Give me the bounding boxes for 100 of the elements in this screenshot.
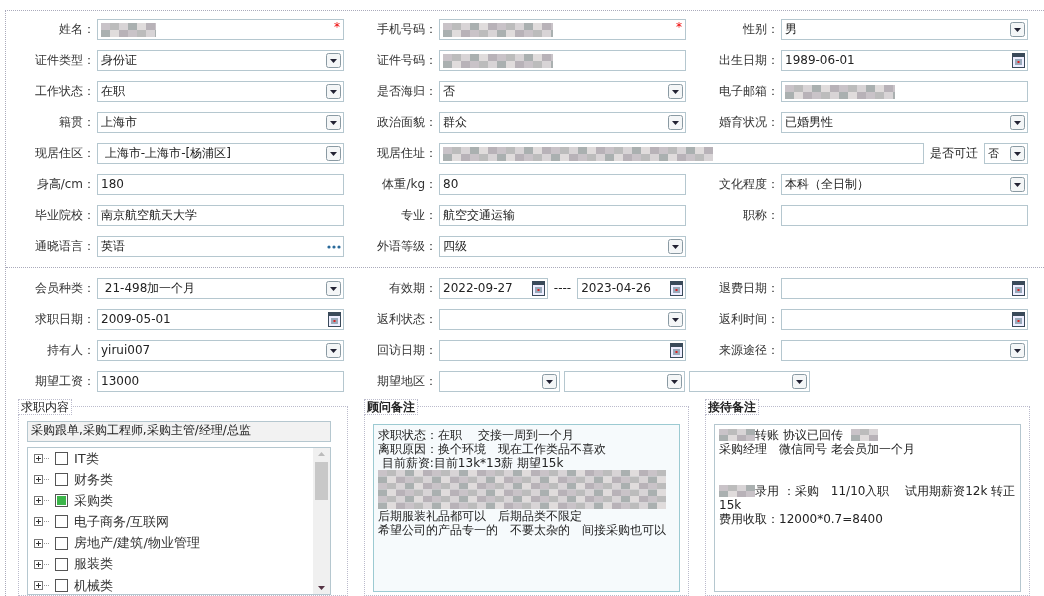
section-legend: 求职内容 bbox=[18, 399, 72, 416]
input-field[interactable]: 航空交通运输 bbox=[439, 205, 686, 226]
note-text: 目前薪资:目前13k*13薪 期望15k bbox=[380, 456, 565, 470]
notes-area[interactable]: 转账 协议已回传 采购经理 微信同号 老会员加一个月 录用 ：采购 11/10入职 试用期薪资12k 转正 15k 费用收取：12000*0.7=8400 bbox=[714, 424, 1021, 592]
notes-area[interactable]: 求职状态：在职 交接一周到一个月 离职原因：换个环境 现在工作类品不喜欢 目前薪资:目前13k*13薪 期望15k 后期服装礼品都可以 后期品类不限定 希望公司的产品专一的 不要太杂的 间接采购也可以 bbox=[373, 424, 680, 592]
note-text: 求职状态：在职 交接一周到一个月 bbox=[378, 428, 575, 442]
dropdown[interactable]: 身份证 bbox=[97, 50, 344, 71]
input-field[interactable] bbox=[439, 50, 686, 71]
dropdown[interactable]: 在职 bbox=[97, 81, 344, 102]
category-label[interactable]: 房地产/建筑/物业管理 bbox=[74, 535, 200, 551]
checkbox[interactable] bbox=[55, 473, 68, 487]
note-text: 希望公司的产品专一的 不要太杂的 间接采购也可以 bbox=[378, 523, 667, 537]
field-label: 现居住区： bbox=[34, 146, 95, 161]
input-field[interactable]: * bbox=[97, 19, 344, 40]
category-label[interactable]: IT类 bbox=[74, 450, 99, 467]
calendar-icon bbox=[670, 281, 683, 296]
category-label[interactable]: 电子商务/互联网 bbox=[74, 514, 170, 530]
dropdown[interactable] bbox=[439, 309, 686, 330]
dropdown[interactable]: 21-498加一个月 bbox=[97, 278, 344, 299]
scroll-thumb[interactable] bbox=[315, 462, 328, 500]
dropdown[interactable]: 已婚男性 bbox=[781, 112, 1028, 133]
expand-icon bbox=[34, 517, 49, 527]
field-label: 持有人： bbox=[46, 343, 95, 358]
section-legend: 顾问备注 bbox=[364, 399, 418, 416]
dropdown[interactable]: 上海市-上海市-[杨浦区] bbox=[97, 143, 344, 164]
picker-field[interactable]: 英语 bbox=[97, 236, 344, 257]
category-label[interactable]: 财务类 bbox=[74, 471, 113, 488]
summary-field[interactable]: 采购跟单,采购工程师,采购主管/经理/总监 bbox=[27, 421, 331, 442]
dropdown[interactable] bbox=[689, 371, 810, 392]
input-field[interactable]: 180 bbox=[97, 174, 344, 195]
field-label: 是否可迁 bbox=[929, 146, 979, 161]
input-field[interactable] bbox=[439, 143, 924, 164]
category-label[interactable]: 采购类 bbox=[74, 493, 113, 509]
checkbox[interactable] bbox=[55, 557, 68, 571]
input-field[interactable]: 13000 bbox=[97, 371, 344, 392]
dropdown[interactable] bbox=[439, 371, 560, 392]
field-label: 政治面貌： bbox=[376, 115, 437, 130]
field-label: 求职日期： bbox=[34, 312, 95, 327]
checkbox[interactable] bbox=[55, 578, 68, 592]
field-label: 现居住址： bbox=[376, 146, 437, 161]
field-label: 外语等级： bbox=[376, 239, 437, 254]
input-field[interactable]: 南京航空航天大学 bbox=[97, 205, 344, 226]
input-field[interactable] bbox=[781, 205, 1028, 226]
date-field[interactable]: 1989-06-01 bbox=[781, 50, 1028, 71]
dropdown[interactable]: 否 bbox=[439, 81, 686, 102]
dropdown[interactable]: 群众 bbox=[439, 112, 686, 133]
date-field[interactable]: 2023-04-26 bbox=[577, 278, 686, 299]
date-field[interactable] bbox=[781, 309, 1028, 330]
field-label: 返利时间： bbox=[718, 312, 779, 327]
dropdown[interactable]: 本科（全日制） bbox=[781, 174, 1028, 195]
checkbox[interactable] bbox=[55, 452, 68, 466]
calendar-icon bbox=[328, 312, 341, 327]
expand-icon bbox=[34, 475, 49, 485]
required-mark: * bbox=[676, 20, 682, 35]
expand-icon bbox=[34, 454, 49, 464]
dropdown[interactable]: 四级 bbox=[439, 236, 686, 257]
date-field[interactable]: 2009-05-01 bbox=[97, 309, 344, 330]
field-label: 有效期： bbox=[388, 281, 437, 296]
calendar-icon bbox=[670, 343, 683, 358]
checkbox[interactable] bbox=[55, 494, 68, 508]
dropdown[interactable]: 上海市 bbox=[97, 112, 344, 133]
field-label: 证件号码： bbox=[376, 53, 437, 68]
calendar-icon bbox=[531, 281, 545, 296]
date-field[interactable] bbox=[781, 278, 1028, 299]
date-field[interactable]: 2022-09-27 bbox=[439, 278, 548, 299]
dropdown[interactable]: 男 bbox=[781, 19, 1028, 40]
input-field[interactable]: 80 bbox=[439, 174, 686, 195]
scrollbar[interactable] bbox=[313, 448, 330, 594]
field-label: 出生日期： bbox=[718, 53, 779, 68]
calendar-icon bbox=[1012, 312, 1025, 327]
note-text: 采购经理 微信同号 老会员加一个月 bbox=[719, 442, 916, 456]
field-label: 电子邮箱： bbox=[718, 84, 779, 99]
field-label: ---- bbox=[552, 281, 573, 296]
expand-icon bbox=[34, 496, 49, 506]
note-text: 转账 协议已回传 bbox=[755, 428, 843, 442]
input-field[interactable] bbox=[781, 81, 1028, 102]
more-icon bbox=[327, 244, 341, 249]
dropdown[interactable] bbox=[564, 371, 685, 392]
field-label: 会员种类： bbox=[34, 281, 95, 296]
category-label[interactable]: 服装类 bbox=[74, 556, 113, 573]
section-legend: 接待备注 bbox=[705, 399, 759, 416]
category-label[interactable]: 机械类 bbox=[74, 577, 113, 594]
input-field[interactable]: * bbox=[439, 19, 686, 40]
field-label: 证件类型： bbox=[34, 53, 95, 68]
dropdown[interactable]: 否 bbox=[984, 143, 1028, 164]
dropdown[interactable]: yirui007 bbox=[97, 340, 344, 361]
checkbox[interactable] bbox=[55, 536, 68, 550]
field-label: 来源途径： bbox=[718, 343, 779, 358]
expand-icon bbox=[34, 538, 49, 548]
field-label: 职称： bbox=[742, 208, 779, 223]
field-label: 体重/kg： bbox=[381, 177, 437, 192]
checkbox[interactable] bbox=[55, 515, 68, 529]
field-label: 期望地区： bbox=[376, 374, 437, 389]
note-text: 费用收取：12000*0.7=8400 bbox=[719, 512, 884, 526]
note-text: 15k bbox=[719, 498, 743, 512]
field-label: 回访日期： bbox=[376, 343, 437, 358]
date-field[interactable] bbox=[439, 340, 686, 361]
field-label: 姓名： bbox=[58, 22, 95, 37]
field-label: 文化程度： bbox=[718, 177, 779, 192]
dropdown[interactable] bbox=[781, 340, 1028, 361]
